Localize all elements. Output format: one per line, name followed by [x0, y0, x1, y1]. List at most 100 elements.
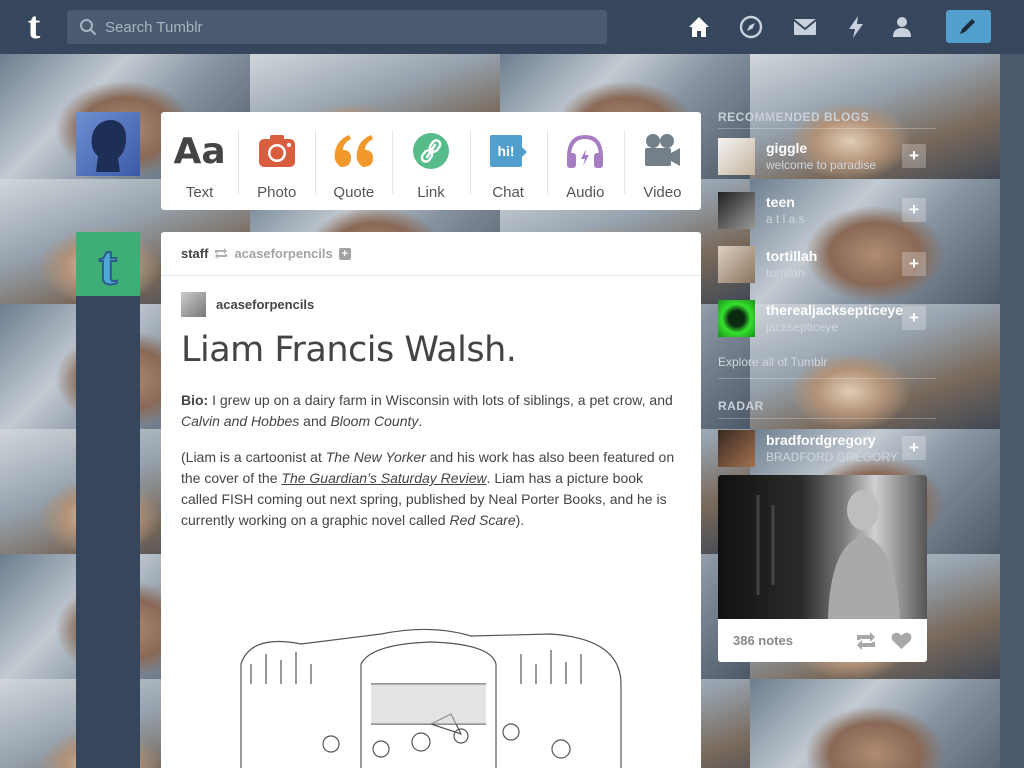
- blog-avatar[interactable]: [718, 430, 755, 467]
- explore-link[interactable]: Explore all of Tumblr: [718, 355, 827, 369]
- blog-name[interactable]: tortillah: [766, 248, 817, 264]
- reblog-icon[interactable]: [855, 631, 877, 650]
- user-blog-avatar[interactable]: [76, 112, 140, 176]
- guardian-link[interactable]: The Guardian’s Saturday Review: [281, 470, 486, 486]
- radar-post-footer: 386 notes: [718, 619, 927, 662]
- divider: [718, 378, 936, 379]
- cartoon-illustration: [240, 628, 622, 768]
- bio-text: .: [418, 413, 423, 429]
- post-type-label: Video: [643, 184, 682, 201]
- pencil-icon: [960, 19, 975, 34]
- post-type-label: Chat: [492, 184, 524, 201]
- post-title: Liam Francis Walsh.: [181, 330, 517, 370]
- reblog-icon: [215, 248, 228, 259]
- description-paragraph: (Liam is a cartoonist at The New Yorker …: [181, 447, 681, 531]
- follow-plus-icon[interactable]: +: [338, 247, 351, 260]
- activity-icon[interactable]: [843, 14, 869, 40]
- recommended-blog-item[interactable]: tortillah tortillah +: [718, 246, 936, 300]
- follow-button[interactable]: +: [902, 306, 926, 330]
- post-type-audio[interactable]: Audio: [546, 112, 624, 210]
- blog-avatar[interactable]: [718, 138, 755, 175]
- camera-icon: [258, 135, 295, 167]
- left-rail: [76, 232, 140, 768]
- desc-italic: The New Yorker: [325, 449, 426, 465]
- post-type-label: Link: [417, 184, 445, 201]
- compose-post-button[interactable]: [946, 10, 991, 43]
- post-type-label: Audio: [566, 184, 605, 201]
- search-box[interactable]: [67, 10, 607, 44]
- source-blog-name[interactable]: acaseforpencils: [216, 297, 314, 312]
- svg-text:hi!: hi!: [498, 143, 515, 159]
- recommended-blog-item[interactable]: therealjacksepticeye jacksepticeye +: [718, 300, 936, 354]
- recommended-blog-item[interactable]: teen a t l a s +: [718, 192, 936, 246]
- blog-avatar[interactable]: [718, 300, 755, 337]
- blog-name[interactable]: therealjacksepticeye: [766, 302, 903, 318]
- person-photo: [756, 490, 900, 619]
- post-type-label: Photo: [257, 184, 297, 201]
- post-type-label: Text: [185, 184, 214, 201]
- notes-count[interactable]: 386 notes: [733, 633, 793, 648]
- bio-label: Bio:: [181, 392, 209, 408]
- follow-button[interactable]: +: [902, 436, 926, 460]
- post-source: acaseforpencils: [181, 292, 314, 317]
- search-input[interactable]: [105, 10, 595, 44]
- headphones-icon: [567, 134, 604, 168]
- post-type-link[interactable]: Link: [392, 112, 469, 210]
- bio-italic: Calvin and Hobbes: [181, 413, 300, 429]
- post-type-quote[interactable]: Quote: [315, 112, 392, 210]
- post-type-photo[interactable]: Photo: [238, 112, 315, 210]
- tumblr-t-icon: t: [98, 234, 119, 298]
- staff-blog-avatar[interactable]: t: [76, 232, 140, 298]
- desc-text: ).: [515, 512, 525, 528]
- source-avatar[interactable]: [181, 292, 206, 317]
- post-body: Bio: I grew up on a dairy farm in Wiscon…: [181, 390, 681, 546]
- blog-avatar[interactable]: [718, 246, 755, 283]
- video-camera-icon: [645, 134, 681, 166]
- recommended-blog-item[interactable]: giggle welcome to paradise +: [718, 138, 936, 192]
- dashboard-post: staff acaseforpencils + acaseforpencils …: [161, 232, 701, 768]
- divider: [718, 128, 936, 129]
- reblogged-from-name[interactable]: acaseforpencils: [234, 246, 332, 261]
- top-navigation-bar: t: [0, 0, 1024, 54]
- blog-name[interactable]: teen: [766, 194, 795, 210]
- desc-italic: Red Scare: [449, 512, 516, 528]
- post-type-selector: Aa Text Photo Quote Link hi! Chat Audio …: [161, 112, 701, 210]
- post-type-video[interactable]: Video: [623, 112, 701, 210]
- radar-photo[interactable]: [718, 475, 927, 619]
- bio-paragraph: Bio: I grew up on a dairy farm in Wiscon…: [181, 390, 681, 432]
- background-tile: [750, 679, 1000, 768]
- inbox-icon[interactable]: [792, 14, 818, 40]
- blog-title: BRADFORD GREGORY: [766, 450, 898, 464]
- reblogger-name[interactable]: staff: [181, 246, 208, 261]
- blog-avatar[interactable]: [718, 192, 755, 229]
- text-icon: Aa: [173, 130, 226, 172]
- divider: [718, 418, 936, 419]
- bio-italic: Bloom County: [330, 413, 419, 429]
- blog-name[interactable]: bradfordgregory: [766, 432, 876, 448]
- follow-button[interactable]: +: [902, 144, 926, 168]
- heart-icon[interactable]: [891, 632, 912, 650]
- desc-text: (Liam is a cartoonist at: [181, 449, 326, 465]
- post-type-chat[interactable]: hi! Chat: [469, 112, 547, 210]
- radar-title: Radar: [718, 399, 764, 413]
- search-icon: [80, 19, 97, 36]
- recommended-blogs-title: Recommended Blogs: [718, 110, 870, 124]
- tumblr-logo[interactable]: t: [14, 6, 54, 46]
- blog-name[interactable]: giggle: [766, 140, 807, 156]
- explore-icon[interactable]: [738, 14, 764, 40]
- silhouette-icon: [91, 120, 126, 172]
- blog-title: welcome to paradise: [766, 158, 877, 172]
- blog-title: jacksepticeye: [766, 320, 839, 334]
- account-icon[interactable]: [889, 14, 915, 40]
- post-header: staff acaseforpencils +: [161, 232, 701, 276]
- chat-icon: hi!: [490, 135, 528, 167]
- quote-icon: [334, 135, 373, 167]
- follow-button[interactable]: +: [902, 198, 926, 222]
- radar-post-card[interactable]: 386 notes: [718, 475, 927, 662]
- home-icon[interactable]: [686, 14, 712, 40]
- follow-button[interactable]: +: [902, 252, 926, 276]
- post-type-text[interactable]: Aa Text: [161, 112, 238, 210]
- bio-text: I grew up on a dairy farm in Wisconsin w…: [208, 392, 673, 408]
- svg-text:t: t: [99, 235, 118, 296]
- link-icon: [412, 133, 449, 169]
